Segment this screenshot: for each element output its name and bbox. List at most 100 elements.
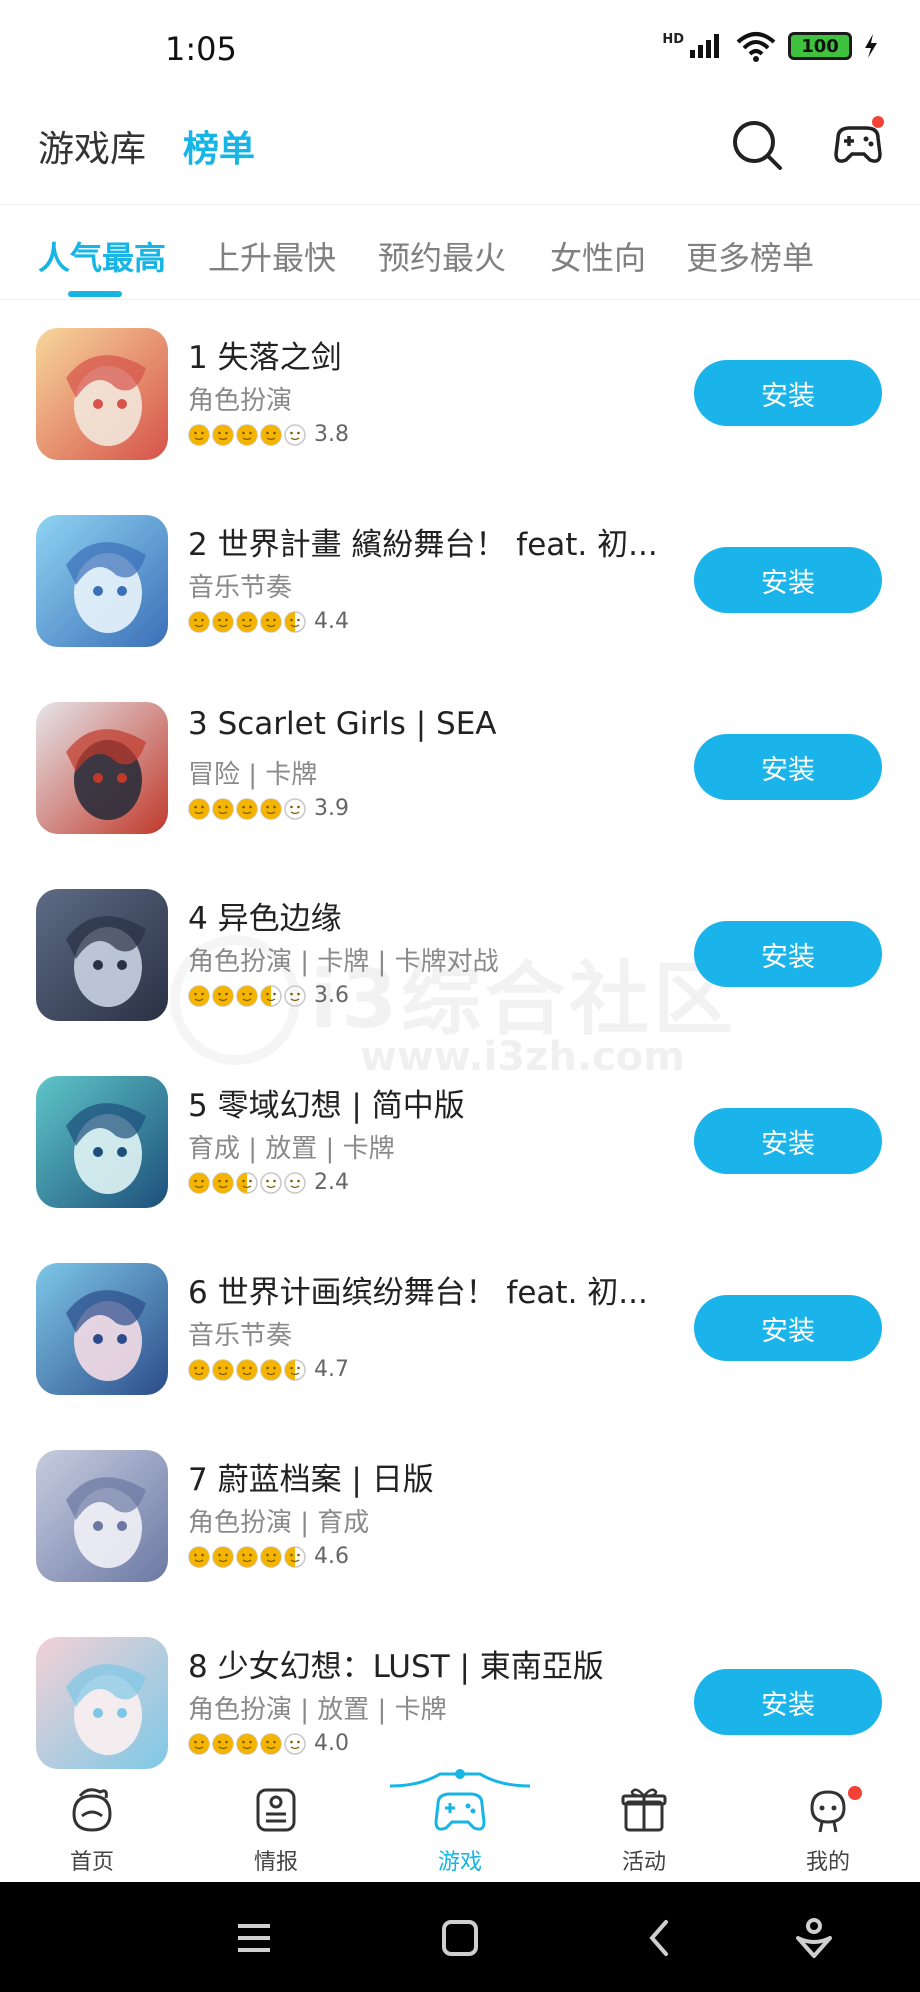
install-button[interactable]: 安装 [694, 1108, 882, 1174]
smiley-face-icon [284, 1358, 306, 1381]
game-cover-image[interactable] [36, 1450, 168, 1582]
status-time: 1:05 [165, 30, 237, 68]
nav-home[interactable]: 首页 [32, 1784, 152, 1876]
game-title[interactable]: 8 少女幻想：LUST | 東南亞版 [188, 1641, 678, 1686]
game-row[interactable]: 4 异色边缘 角色扮演 | 卡牌 | 卡牌对战 3.6 安装 [0, 889, 920, 1077]
menu-icon[interactable] [226, 1910, 282, 1966]
smiley-face-icon [284, 423, 306, 446]
nav-profile[interactable]: 我的 [768, 1784, 888, 1876]
smiley-face-icon [236, 797, 258, 820]
install-button[interactable]: 安装 [694, 547, 882, 613]
game-title[interactable]: 3 Scarlet Girls | SEA [188, 706, 678, 742]
status-bar: 1:05 HD 100 [0, 0, 920, 100]
game-cover-image[interactable] [36, 328, 168, 460]
nav-games[interactable]: 游戏 [400, 1784, 520, 1876]
bottom-nav: 首页 情报 游戏 活动 我的 [0, 1769, 920, 1882]
game-cover-image[interactable] [36, 1263, 168, 1395]
smiley-face-icon [212, 1545, 234, 1568]
smiley-face-icon [188, 797, 210, 820]
install-button[interactable]: 安装 [694, 360, 882, 426]
game-row[interactable]: 6 世界计画缤纷舞台！ feat. 初... 音乐节奏 4.7 安装 [0, 1263, 920, 1451]
rating-value: 4.0 [314, 1731, 349, 1756]
smiley-face-icon [212, 797, 234, 820]
tab-most-popular[interactable]: 人气最高 [38, 233, 166, 279]
game-row[interactable]: 2 世界計畫 繽紛舞台！ feat. 初... 音乐节奏 4.4 安装 [0, 515, 920, 703]
smiley-face-icon [188, 1358, 210, 1381]
nav-events[interactable]: 活动 [584, 1784, 704, 1876]
smiley-face-icon [260, 1732, 282, 1755]
game-row[interactable]: 3 Scarlet Girls | SEA 冒险 | 卡牌 3.9 安装 [0, 702, 920, 890]
smiley-face-icon [188, 1545, 210, 1568]
game-title[interactable]: 7 蔚蓝档案 | 日版 [188, 1454, 678, 1499]
game-title[interactable]: 1 失落之剑 [188, 332, 678, 377]
game-cover-image[interactable] [36, 1637, 168, 1769]
tab-more-rankings[interactable]: 更多榜单 [686, 233, 814, 279]
smiley-face-icon [284, 1732, 306, 1755]
gift-icon [621, 1788, 667, 1832]
game-cover-image[interactable] [36, 702, 168, 834]
game-tags: 角色扮演 | 放置 | 卡牌 [188, 1695, 447, 1725]
smiley-face-icon [260, 797, 282, 820]
tab-most-reserved[interactable]: 预约最火 [378, 233, 506, 279]
tab-ranking[interactable]: 榜单 [183, 120, 255, 172]
game-row[interactable]: 1 失落之剑 角色扮演 3.8 安装 [0, 328, 920, 516]
game-row[interactable]: 5 零域幻想 | 简中版 育成 | 放置 | 卡牌 2.4 安装 [0, 1076, 920, 1264]
tab-female-oriented[interactable]: 女性向 [550, 233, 646, 279]
game-title[interactable]: 6 世界计画缤纷舞台！ feat. 初... [188, 1267, 678, 1312]
smiley-face-icon [260, 610, 282, 633]
game-tags: 角色扮演 | 育成 [188, 1508, 370, 1538]
tab-fastest-rising[interactable]: 上升最快 [208, 233, 336, 279]
game-row[interactable]: 7 蔚蓝档案 | 日版 角色扮演 | 育成 4.6 [0, 1450, 920, 1638]
smiley-face-icon [260, 1358, 282, 1381]
install-button[interactable]: 安装 [694, 1669, 882, 1735]
search-icon[interactable] [728, 116, 784, 172]
install-button[interactable]: 安装 [694, 921, 882, 987]
smiley-face-icon [236, 1171, 258, 1194]
category-tabs: 人气最高 上升最快 预约最火 女性向 更多榜单 [0, 205, 920, 300]
smiley-face-icon [284, 1545, 306, 1568]
nav-home-label: 首页 [69, 1850, 114, 1875]
install-button[interactable]: 安装 [694, 1295, 882, 1361]
rating-value: 3.9 [314, 796, 349, 821]
status-icons: HD 100 [662, 30, 880, 62]
rating-faces: 3.6 [188, 983, 349, 1008]
game-tags: 冒险 | 卡牌 [188, 760, 318, 790]
smiley-face-icon [260, 1545, 282, 1568]
nav-profile-label: 我的 [805, 1850, 850, 1875]
wifi-icon [736, 32, 776, 62]
tab-game-library[interactable]: 游戏库 [38, 120, 146, 172]
smiley-face-icon [212, 423, 234, 446]
smiley-face-icon [212, 984, 234, 1007]
back-icon[interactable] [632, 1910, 688, 1966]
charging-icon [865, 34, 877, 58]
rating-faces: 4.4 [188, 609, 349, 634]
assistant-icon[interactable] [786, 1910, 842, 1966]
news-icon [256, 1788, 296, 1832]
install-button[interactable]: 安装 [694, 734, 882, 800]
rating-value: 2.4 [314, 1170, 349, 1195]
game-cover-image[interactable] [36, 889, 168, 1021]
game-cover-image[interactable] [36, 515, 168, 647]
smiley-face-icon [236, 1358, 258, 1381]
smiley-face-icon [188, 610, 210, 633]
game-tags: 音乐节奏 [188, 1321, 293, 1351]
game-title[interactable]: 4 异色边缘 [188, 893, 678, 938]
rating-faces: 4.0 [188, 1731, 349, 1756]
nav-news[interactable]: 情报 [216, 1784, 336, 1876]
smiley-face-icon [188, 423, 210, 446]
smiley-face-icon [236, 1545, 258, 1568]
home-square-icon[interactable] [432, 1910, 488, 1966]
smiley-face-icon [260, 1171, 282, 1194]
game-title[interactable]: 2 世界計畫 繽紛舞台！ feat. 初... [188, 519, 678, 564]
game-tags: 育成 | 放置 | 卡牌 [188, 1134, 395, 1164]
smiley-face-icon [260, 984, 282, 1007]
rating-value: 4.7 [314, 1357, 349, 1382]
smiley-face-icon [236, 984, 258, 1007]
game-cover-image[interactable] [36, 1076, 168, 1208]
rating-value: 3.6 [314, 983, 349, 1008]
profile-icon [810, 1790, 846, 1833]
game-title[interactable]: 5 零域幻想 | 简中版 [188, 1080, 678, 1125]
gamepad-icon[interactable] [828, 114, 888, 174]
nav-games-label: 游戏 [437, 1850, 482, 1875]
smiley-face-icon [212, 1732, 234, 1755]
